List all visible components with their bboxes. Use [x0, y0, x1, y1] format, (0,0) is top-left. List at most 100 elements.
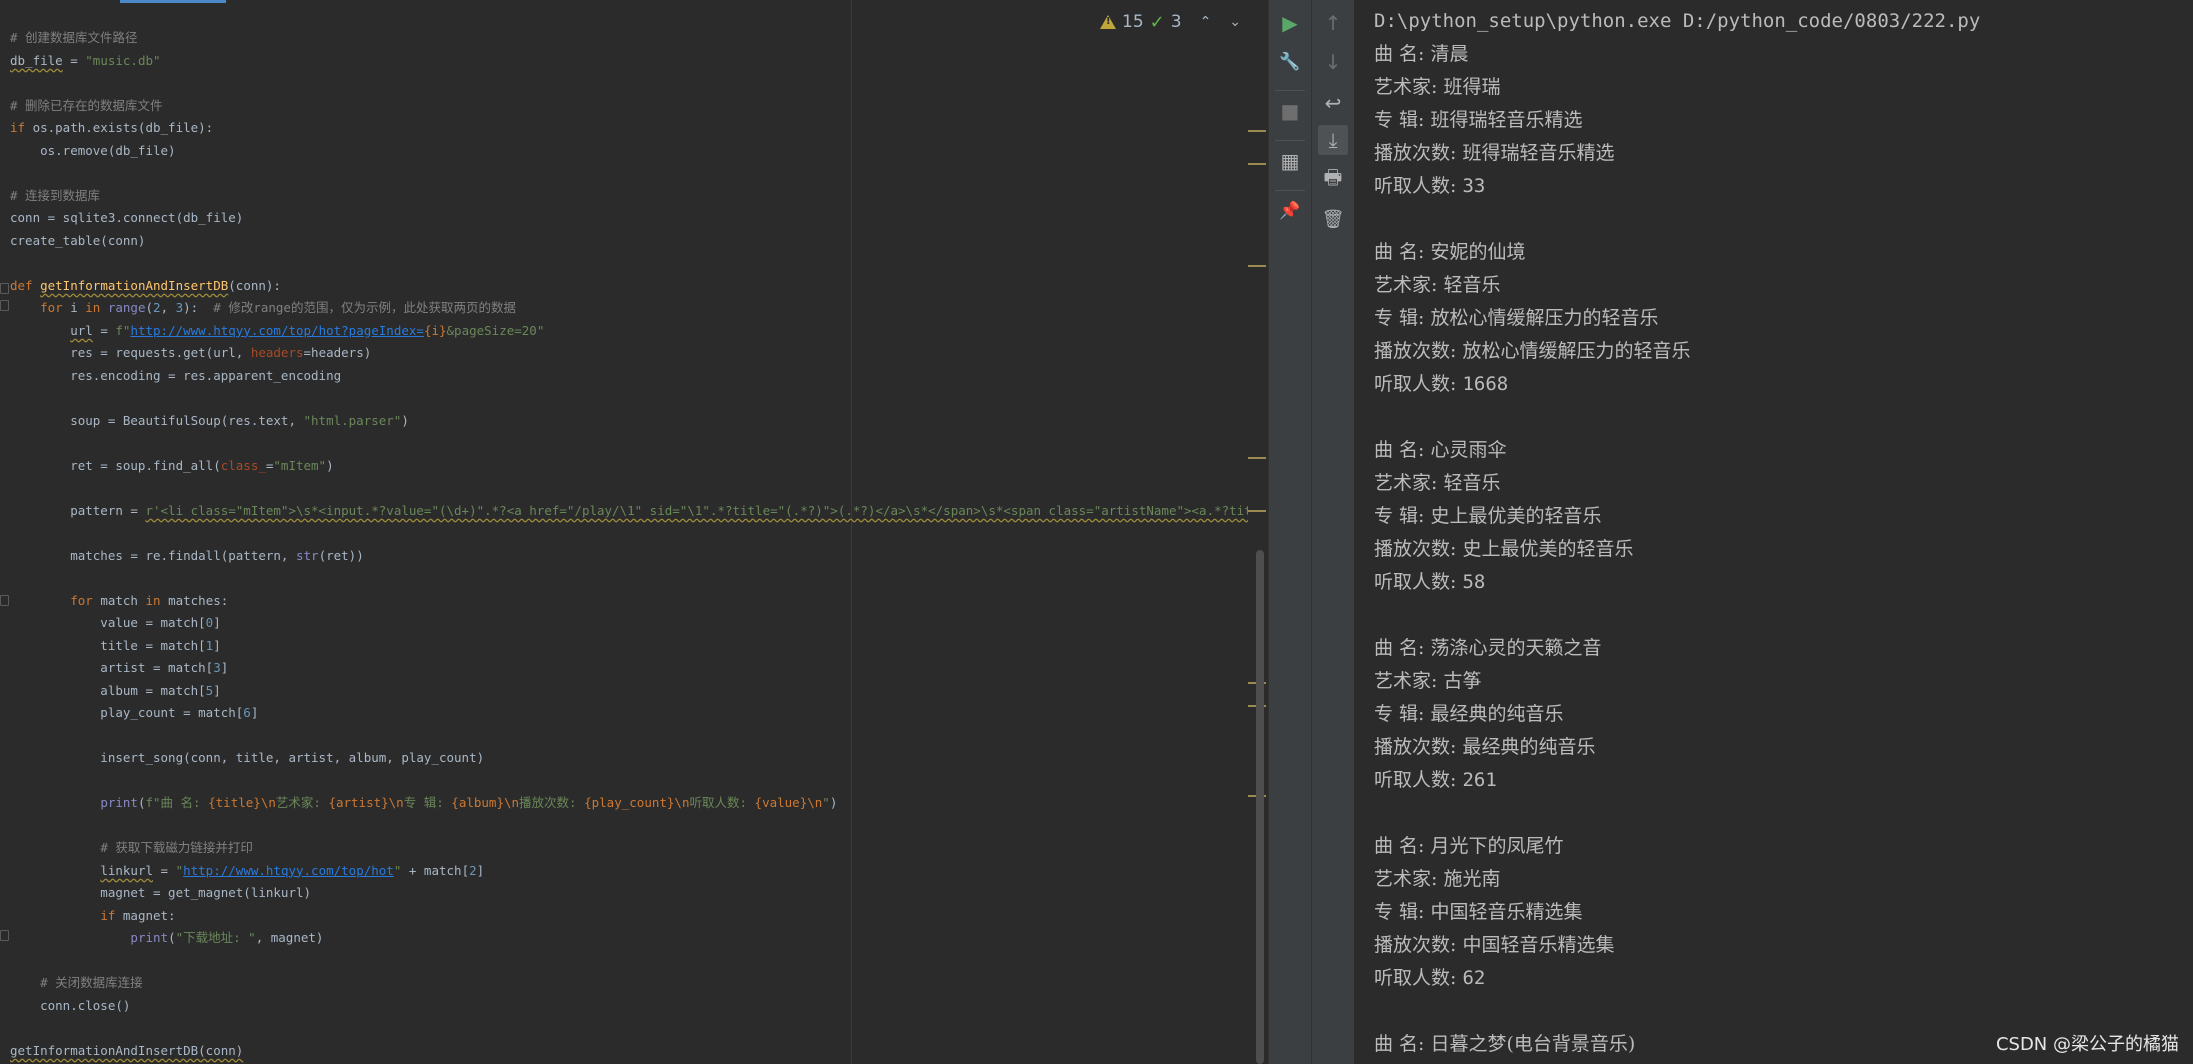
- code-line[interactable]: [10, 522, 1268, 545]
- code-line[interactable]: [10, 477, 1268, 500]
- code-line[interactable]: [10, 1017, 1268, 1040]
- code-editor[interactable]: # 创建数据库文件路径 db_file = "music.db" # 删除已存在的数…: [0, 0, 1268, 1064]
- code-line[interactable]: magnet = get_magnet(linkurl): [10, 882, 1268, 905]
- code-line[interactable]: [10, 725, 1268, 748]
- code-line[interactable]: conn.close(): [10, 995, 1268, 1018]
- code-line[interactable]: if os.path.exists(db_file):: [10, 117, 1268, 140]
- listeners-value: 58: [1462, 571, 1486, 593]
- code-line[interactable]: # 连接到数据库: [10, 185, 1268, 208]
- code-token: {artist}: [328, 795, 389, 810]
- fold-marker[interactable]: [0, 595, 9, 606]
- down-stack-icon[interactable]: ↓: [1318, 47, 1348, 77]
- scroll-warning-mark[interactable]: [1248, 130, 1266, 132]
- scroll-warning-mark[interactable]: [1248, 265, 1266, 267]
- code-line[interactable]: [10, 950, 1268, 973]
- code-line[interactable]: # 删除已存在的数据库文件: [10, 95, 1268, 118]
- code-content[interactable]: # 创建数据库文件路径 db_file = "music.db" # 删除已存在的数…: [10, 27, 1268, 1062]
- code-line[interactable]: soup = BeautifulSoup(res.text, "html.par…: [10, 410, 1268, 433]
- code-token: def: [10, 277, 41, 293]
- code-token: r'<li class="mItem">\s*<input.*?value="(…: [145, 502, 1268, 518]
- code-token: ):: [183, 300, 214, 315]
- console-plays-line: 播放次数: 史上最优美的轻音乐: [1374, 538, 1634, 560]
- code-token: 2: [469, 862, 477, 878]
- code-line[interactable]: # 创建数据库文件路径: [10, 27, 1268, 50]
- code-line[interactable]: pattern = r'<li class="mItem">\s*<input.…: [10, 500, 1268, 523]
- fold-marker[interactable]: [0, 283, 9, 294]
- typos-count[interactable]: 3: [1171, 12, 1182, 32]
- editor-scrollbar[interactable]: [1248, 0, 1268, 1064]
- code-line[interactable]: [10, 72, 1268, 95]
- code-line[interactable]: os.remove(db_file): [10, 140, 1268, 163]
- fold-marker[interactable]: [0, 930, 9, 941]
- print-icon[interactable]: 🖶: [1318, 165, 1348, 195]
- scroll-warning-mark[interactable]: [1248, 163, 1266, 165]
- run-console[interactable]: D:\python_setup\python.exe D:/python_cod…: [1354, 0, 2193, 1064]
- code-line[interactable]: # 关闭数据库连接: [10, 972, 1268, 995]
- layout-icon[interactable]: ▦: [1275, 146, 1305, 176]
- code-line[interactable]: for match in matches:: [10, 590, 1268, 613]
- run-icon[interactable]: ▶: [1275, 8, 1305, 38]
- code-line[interactable]: [10, 162, 1268, 185]
- code-line[interactable]: play_count = match[6]: [10, 702, 1268, 725]
- code-line[interactable]: def getInformationAndInsertDB(conn):: [10, 275, 1268, 298]
- code-line[interactable]: url = f"http://www.htqyy.com/top/hot?pag…: [10, 320, 1268, 343]
- scrollbar-thumb[interactable]: [1256, 550, 1264, 1064]
- code-line[interactable]: [10, 770, 1268, 793]
- scroll-warning-mark[interactable]: [1248, 510, 1266, 512]
- scroll-to-end-icon[interactable]: ⤓: [1318, 125, 1348, 155]
- code-line[interactable]: [10, 387, 1268, 410]
- code-line[interactable]: artist = match[3]: [10, 657, 1268, 680]
- console-artist-line: 艺术家: 古筝: [1374, 670, 1482, 692]
- code-line[interactable]: if magnet:: [10, 905, 1268, 928]
- code-line[interactable]: conn = sqlite3.connect(db_file): [10, 207, 1268, 230]
- fold-marker[interactable]: [0, 300, 9, 311]
- code-token: title = match[: [10, 637, 206, 653]
- code-line[interactable]: res.encoding = res.apparent_encoding: [10, 365, 1268, 388]
- code-line[interactable]: linkurl = "http://www.htqyy.com/top/hot"…: [10, 860, 1268, 883]
- code-line[interactable]: value = match[0]: [10, 612, 1268, 635]
- code-token: &pageSize=20": [446, 322, 545, 338]
- editor-gutter[interactable]: [0, 0, 9, 1064]
- code-line[interactable]: getInformationAndInsertDB(conn): [10, 1040, 1268, 1063]
- console-artist-line: 艺术家: 轻音乐: [1374, 274, 1501, 296]
- inspection-widget[interactable]: 15 ✓ 3 ⌃ ⌄: [1100, 8, 1241, 36]
- code-token: headers: [250, 345, 304, 360]
- code-line[interactable]: print(f"曲 名: {title}\n艺术家: {artist}\n专 辑…: [10, 792, 1268, 815]
- wrench-icon[interactable]: 🔧: [1275, 47, 1305, 77]
- code-token: res.encoding = res.apparent_encoding: [10, 367, 342, 383]
- code-line[interactable]: ret = soup.find_all(class_="mItem"): [10, 455, 1268, 478]
- soft-wrap-icon[interactable]: ↩: [1318, 88, 1348, 118]
- stop-icon[interactable]: ■: [1275, 96, 1305, 126]
- code-line[interactable]: matches = re.findall(pattern, str(ret)): [10, 545, 1268, 568]
- code-token: {play_count}: [584, 795, 675, 810]
- code-line[interactable]: album = match[5]: [10, 680, 1268, 703]
- code-token: ): [401, 412, 409, 428]
- code-line[interactable]: for i in range(2, 3): # 修改range的范围，仅为示例，…: [10, 297, 1268, 320]
- trash-icon[interactable]: 🗑: [1318, 204, 1348, 234]
- code-line[interactable]: [10, 567, 1268, 590]
- previous-problem-icon[interactable]: ⌃: [1200, 14, 1212, 30]
- code-line[interactable]: [10, 252, 1268, 275]
- code-line[interactable]: res = requests.get(url, headers=headers): [10, 342, 1268, 365]
- csdn-watermark: CSDN @梁公子的橘猫: [1995, 1034, 2179, 1055]
- console-title-line: 曲 名: 清晨: [1374, 43, 1469, 65]
- code-token: \n: [503, 795, 520, 810]
- up-stack-icon[interactable]: ↑: [1318, 8, 1348, 38]
- code-line[interactable]: [10, 432, 1268, 455]
- code-line[interactable]: [10, 815, 1268, 838]
- code-line[interactable]: print("下载地址: ", magnet): [10, 927, 1268, 950]
- code-line[interactable]: create_table(conn): [10, 230, 1268, 253]
- scroll-warning-mark[interactable]: [1248, 457, 1266, 459]
- console-plays-line: 播放次数: 班得瑞轻音乐精选: [1374, 142, 1615, 164]
- code-line[interactable]: title = match[1]: [10, 635, 1268, 658]
- warnings-count[interactable]: 15: [1122, 12, 1144, 32]
- code-line[interactable]: # 获取下载磁力链接并打印: [10, 837, 1268, 860]
- pin-icon[interactable]: 📌: [1275, 196, 1305, 226]
- code-token: i: [70, 300, 86, 315]
- console-output[interactable]: D:\python_setup\python.exe D:/python_cod…: [1374, 5, 1980, 1061]
- code-line[interactable]: insert_song(conn, title, artist, album, …: [10, 747, 1268, 770]
- code-line[interactable]: db_file = "music.db": [10, 50, 1268, 73]
- code-token: for: [40, 300, 71, 315]
- next-problem-icon[interactable]: ⌄: [1229, 14, 1241, 30]
